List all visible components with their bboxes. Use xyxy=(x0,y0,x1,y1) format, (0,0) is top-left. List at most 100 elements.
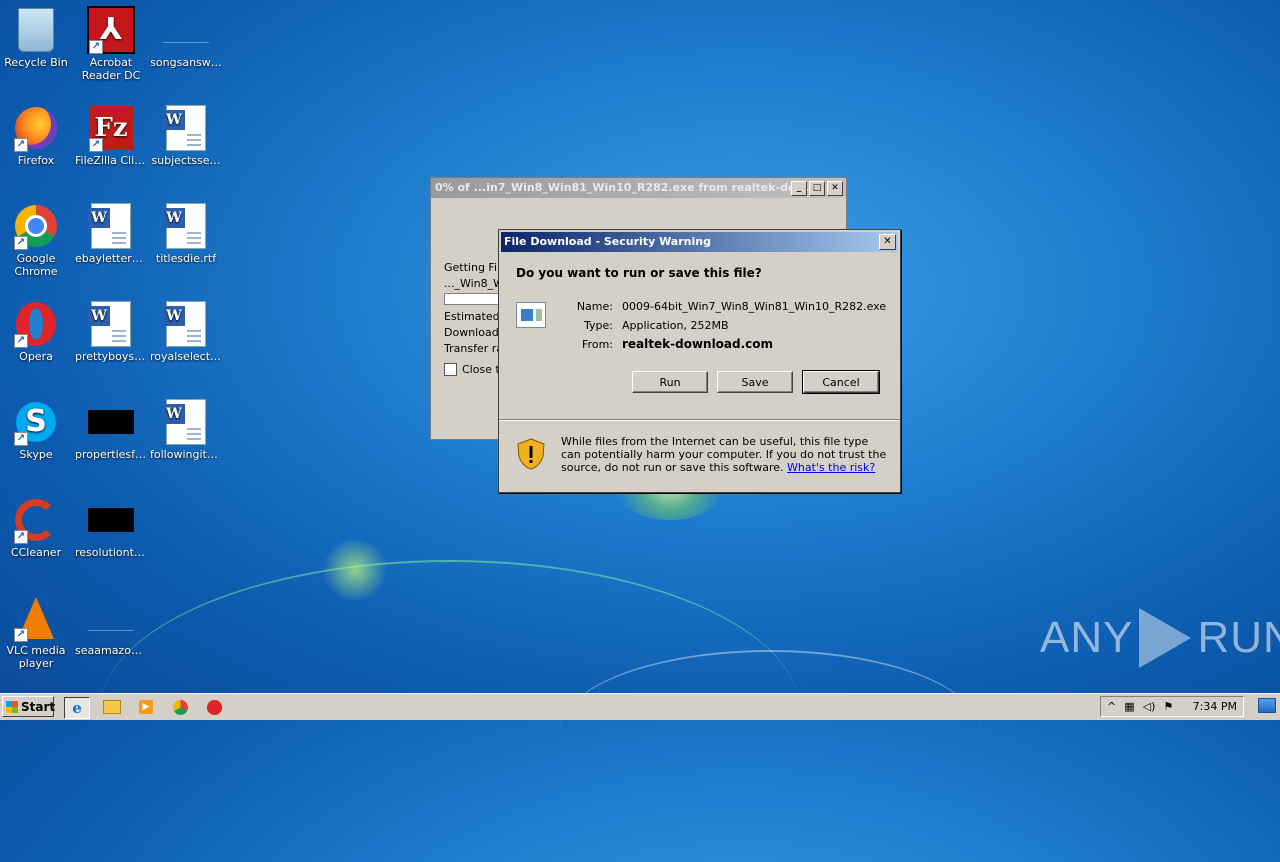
desktop-icon-ebayletters[interactable]: W ebayletters.rtf xyxy=(73,202,149,265)
security-shield-icon xyxy=(517,438,545,470)
desktop-icon-acrobat[interactable]: ⅄ ↗ Acrobat Reader DC xyxy=(73,6,149,82)
opera-icon xyxy=(206,699,222,715)
desktop-icon-label: subjectsse… xyxy=(151,154,221,167)
desktop-icon-propertiesfo[interactable]: propertiesfo… xyxy=(73,398,149,461)
show-desktop-button[interactable] xyxy=(1258,698,1276,713)
wallpaper-arc xyxy=(560,650,980,812)
desktop-icon-seaamazon[interactable]: seaamazon… xyxy=(73,594,149,657)
desktop-icon-titlesdie[interactable]: W titlesdie.rtf xyxy=(148,202,224,265)
desktop-icon-vlc[interactable]: ↗ VLC media player xyxy=(0,594,74,670)
whats-the-risk-link[interactable]: What's the risk? xyxy=(787,461,875,474)
taskbar-opera[interactable] xyxy=(202,697,226,717)
taskbar-media-player[interactable]: ▶ xyxy=(134,697,158,717)
taskbar: Start e ▶ ^ ▦ ◁) ⚑ 7:34 PM xyxy=(0,693,1280,720)
desktop-icon-label: Firefox xyxy=(17,154,55,167)
filename-partial: ..._Win8_W xyxy=(444,277,505,290)
file-name-value: 0009-64bit_Win7_Win8_Win81_Win10_R282.ex… xyxy=(622,300,887,313)
dialog-close-button[interactable]: ✕ xyxy=(879,234,896,250)
shortcut-arrow-icon: ↗ xyxy=(14,236,28,250)
window-controls: _ □ ✕ xyxy=(791,181,843,196)
desktop-icon-songsansw[interactable]: songsansw… xyxy=(148,6,224,69)
type-label: Type: xyxy=(584,319,613,332)
shortcut-arrow-icon: ↗ xyxy=(14,138,28,152)
desktop-icon-label: resolutiontr… xyxy=(75,546,149,559)
name-label: Name: xyxy=(576,300,613,313)
anyrun-watermark: ANY RUN xyxy=(1040,608,1280,668)
desktop-icon-chrome[interactable]: ↗ Google Chrome xyxy=(0,202,74,278)
desktop-icon-firefox[interactable]: ↗ Firefox xyxy=(0,104,74,167)
file-type-value: Application, 252MB xyxy=(622,319,729,332)
taskbar-chrome[interactable] xyxy=(168,697,192,717)
maximize-button[interactable]: □ xyxy=(809,181,825,196)
taskbar-internet-explorer[interactable]: e xyxy=(64,697,90,719)
shortcut-arrow-icon: ↗ xyxy=(14,334,28,348)
chrome-icon xyxy=(172,699,188,715)
desktop-icon-label: prettyboys.rtf xyxy=(75,350,149,363)
run-button[interactable]: Run xyxy=(632,371,708,393)
play-triangle-icon xyxy=(1139,608,1192,668)
windows-logo-icon xyxy=(6,701,18,713)
desktop-icon-skype[interactable]: S ↗ Skype xyxy=(0,398,74,461)
watermark-text-left: ANY xyxy=(1040,613,1134,662)
desktop-icon-resolutiontr[interactable]: resolutiontr… xyxy=(73,496,149,559)
shortcut-arrow-icon: ↗ xyxy=(89,138,103,152)
desktop-icon-label: seaamazon… xyxy=(75,644,149,657)
desktop-icon-label: Google Chrome xyxy=(14,252,58,278)
desktop-icon-opera[interactable]: ↗ Opera xyxy=(0,300,74,363)
black-thumbnail-icon xyxy=(88,410,134,434)
blank-file-icon xyxy=(163,18,209,43)
cancel-button[interactable]: Cancel xyxy=(802,370,880,394)
minimize-button[interactable]: _ xyxy=(791,181,807,196)
desktop-icon-filezilla[interactable]: Fz ↗ FileZilla Client xyxy=(73,104,149,167)
shortcut-arrow-icon: ↗ xyxy=(14,432,28,446)
desktop-icon-ccleaner[interactable]: ↗ CCleaner xyxy=(0,496,74,559)
desktop-icon-label: Skype xyxy=(19,448,53,461)
desktop-icon-label: Acrobat Reader DC xyxy=(81,56,141,82)
desktop-icon-label: ebayletters.rtf xyxy=(75,252,149,265)
action-center-flag-icon[interactable]: ⚑ xyxy=(1163,700,1173,713)
taskbar-explorer[interactable] xyxy=(100,697,124,717)
dialog-question: Do you want to run or save this file? xyxy=(516,266,762,280)
desktop-icon-royalselecti[interactable]: W royalselecti… xyxy=(148,300,224,363)
network-icon[interactable]: ▦ xyxy=(1124,700,1134,713)
word-document-icon: W xyxy=(163,399,206,445)
desktop-icon-subjectsse[interactable]: W subjectsse… xyxy=(148,104,224,167)
close-on-complete-checkbox[interactable] xyxy=(444,363,457,376)
volume-icon[interactable]: ◁) xyxy=(1143,700,1156,713)
show-hidden-icons-chevron-icon[interactable]: ^ xyxy=(1107,700,1116,713)
desktop-icon-label: Opera xyxy=(19,350,53,363)
application-file-icon xyxy=(516,302,546,328)
desktop-icon-label: titlesdie.rtf xyxy=(155,252,217,265)
word-document-icon: W xyxy=(88,301,131,347)
security-warning-text: While files from the Internet can be use… xyxy=(561,435,891,474)
start-button[interactable]: Start xyxy=(2,696,55,717)
progress-window-title: 0% of ...in7_Win8_Win81_Win10_R282.exe f… xyxy=(431,178,846,198)
save-button[interactable]: Save xyxy=(717,371,793,393)
desktop-icon-label: Recycle Bin xyxy=(4,56,68,69)
shortcut-arrow-icon: ↗ xyxy=(14,530,28,544)
shortcut-arrow-icon: ↗ xyxy=(89,40,103,54)
desktop-icon-label: royalselecti… xyxy=(150,350,224,363)
desktop-icon-label: followingital… xyxy=(150,448,224,461)
desktop-icon-label: CCleaner xyxy=(10,546,62,559)
desktop-icon-followingital[interactable]: W followingital… xyxy=(148,398,224,461)
internet-explorer-icon: e xyxy=(72,699,82,717)
dialog-title: File Download - Security Warning xyxy=(501,232,898,252)
word-document-icon: W xyxy=(163,301,206,347)
shortcut-arrow-icon: ↗ xyxy=(14,628,28,642)
desktop-icon-prettyboys[interactable]: W prettyboys.rtf xyxy=(73,300,149,363)
recycle-bin-icon xyxy=(18,8,54,52)
black-thumbnail-icon xyxy=(88,508,134,532)
from-label: From: xyxy=(582,338,613,351)
desktop-icon-label: FileZilla Client xyxy=(75,154,149,167)
security-warning-dialog[interactable]: File Download - Security Warning ✕ Do yo… xyxy=(498,229,901,493)
desktop-icon-label: songsansw… xyxy=(150,56,222,69)
watermark-text-right: RUN xyxy=(1197,613,1280,662)
system-tray: ^ ▦ ◁) ⚑ 7:34 PM xyxy=(1100,696,1244,717)
word-document-icon: W xyxy=(88,203,131,249)
desktop-icon-label: propertiesfo… xyxy=(75,448,149,461)
desktop-icon-recycle-bin[interactable]: Recycle Bin xyxy=(0,6,74,69)
clock[interactable]: 7:34 PM xyxy=(1193,700,1237,713)
close-button[interactable]: ✕ xyxy=(827,181,843,196)
blank-file-icon xyxy=(88,606,134,631)
